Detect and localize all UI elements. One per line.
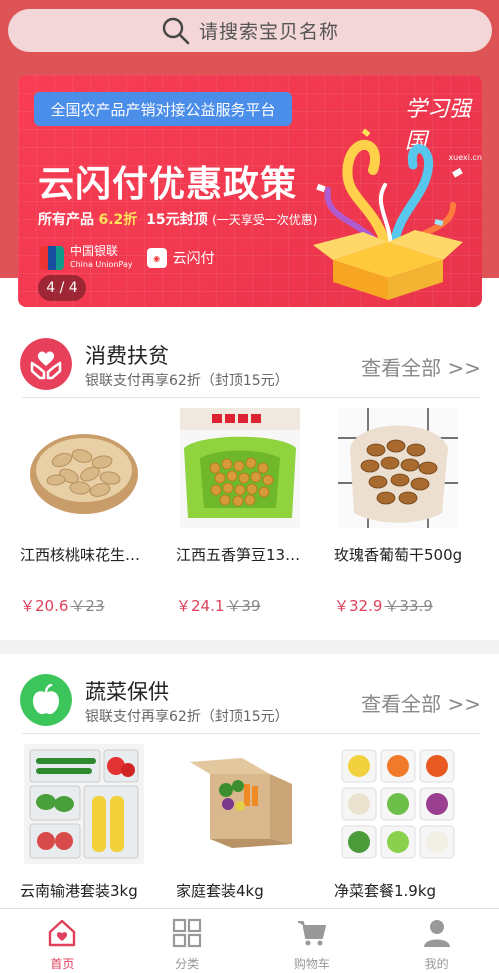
product-name: 净菜套餐1.9kg (334, 882, 437, 900)
product-card[interactable]: 云南输港套装3kg (20, 744, 160, 901)
section-subtitle: 银联支付再享62折（封顶15元） (85, 373, 289, 389)
product-image-vegetable-set (24, 744, 144, 864)
divider (22, 397, 481, 398)
search-bar[interactable]: 请搜索宝贝名称 (8, 9, 492, 52)
gift-box-illustration (313, 128, 463, 300)
home-heart-icon (49, 919, 76, 947)
search-icon (162, 17, 190, 44)
product-name: 江西五香笋豆13… (176, 546, 301, 564)
banner-top-tag: 全国农产品产销对接公益服务平台 (34, 92, 292, 126)
search-placeholder: 请搜索宝贝名称 (198, 21, 339, 43)
see-all-link[interactable]: 查看全部 >> (361, 352, 481, 381)
product-card[interactable]: 玫瑰香葡萄干500g ￥32.9 ￥33.9 (334, 408, 474, 616)
product-image-peanuts (24, 408, 144, 528)
product-price: ￥24.1 ￥39 (176, 597, 261, 615)
grid-icon (173, 918, 202, 948)
quickpass-logo-icon: ◉ (146, 248, 167, 268)
tab-profile[interactable]: 我的 (374, 909, 499, 973)
section-subtitle: 银联支付再享62折（封顶15元） (85, 709, 289, 725)
see-all-link[interactable]: 查看全部 >> (361, 688, 481, 717)
product-card[interactable]: 江西五香笋豆13… ￥24.1 ￥39 (176, 408, 316, 616)
tab-category[interactable]: 分类 (125, 909, 250, 973)
apple-icon (20, 674, 72, 726)
product-card[interactable]: 净菜套餐1.9kg (334, 744, 474, 901)
unionpay-logo-icon (40, 246, 64, 270)
section-title: 消费扶贫 (85, 344, 169, 368)
banner-pager: 4 / 4 (38, 275, 86, 301)
product-price: ￥20.6 ￥23 (20, 597, 105, 615)
product-image-bamboo-beans (180, 408, 300, 528)
product-image-raisins (338, 408, 458, 528)
section-vegetable-supply: 蔬菜保供 银联支付再享62折（封顶15元） 查看全部 >> 云南输港套装3kg (0, 654, 499, 908)
product-image-family-box (180, 744, 300, 864)
promo-banner[interactable]: 全国农产品产销对接公益服务平台 云闪付优惠政策 所有产品 6.2折 15元封顶 … (18, 75, 482, 307)
banner-payment-logos: 中国银联 China UnionPay ◉ 云闪付 (40, 245, 215, 271)
product-name: 江西核桃味花生… (20, 546, 141, 564)
product-image-clean-veg-set (338, 744, 458, 864)
bottom-tab-bar: 首页 分类 购物车 我的 (0, 908, 499, 973)
cart-icon (297, 921, 326, 946)
product-card[interactable]: 江西核桃味花生… ￥20.6 ￥23 (20, 408, 160, 616)
product-name: 玫瑰香葡萄干500g (334, 546, 463, 564)
product-name: 家庭套装4kg (176, 882, 264, 900)
product-name: 云南输港套装3kg (20, 882, 138, 900)
section-poverty-relief: 消费扶贫 银联支付再享62折（封顶15元） 查看全部 >> 江西核桃味花生… ￥… (0, 318, 499, 640)
user-icon (423, 920, 450, 947)
hands-heart-icon (20, 338, 72, 390)
divider (22, 733, 481, 734)
product-card[interactable]: 家庭套装4kg (176, 744, 316, 901)
tab-cart[interactable]: 购物车 (250, 909, 375, 973)
banner-subtitle: 所有产品 6.2折 15元封顶 (一天享受一次优惠) (38, 212, 318, 228)
section-title: 蔬菜保供 (85, 680, 169, 704)
tab-home[interactable]: 首页 (0, 909, 125, 973)
product-price: ￥32.9 ￥33.9 (334, 597, 433, 615)
banner-title: 云闪付优惠政策 (38, 164, 298, 205)
